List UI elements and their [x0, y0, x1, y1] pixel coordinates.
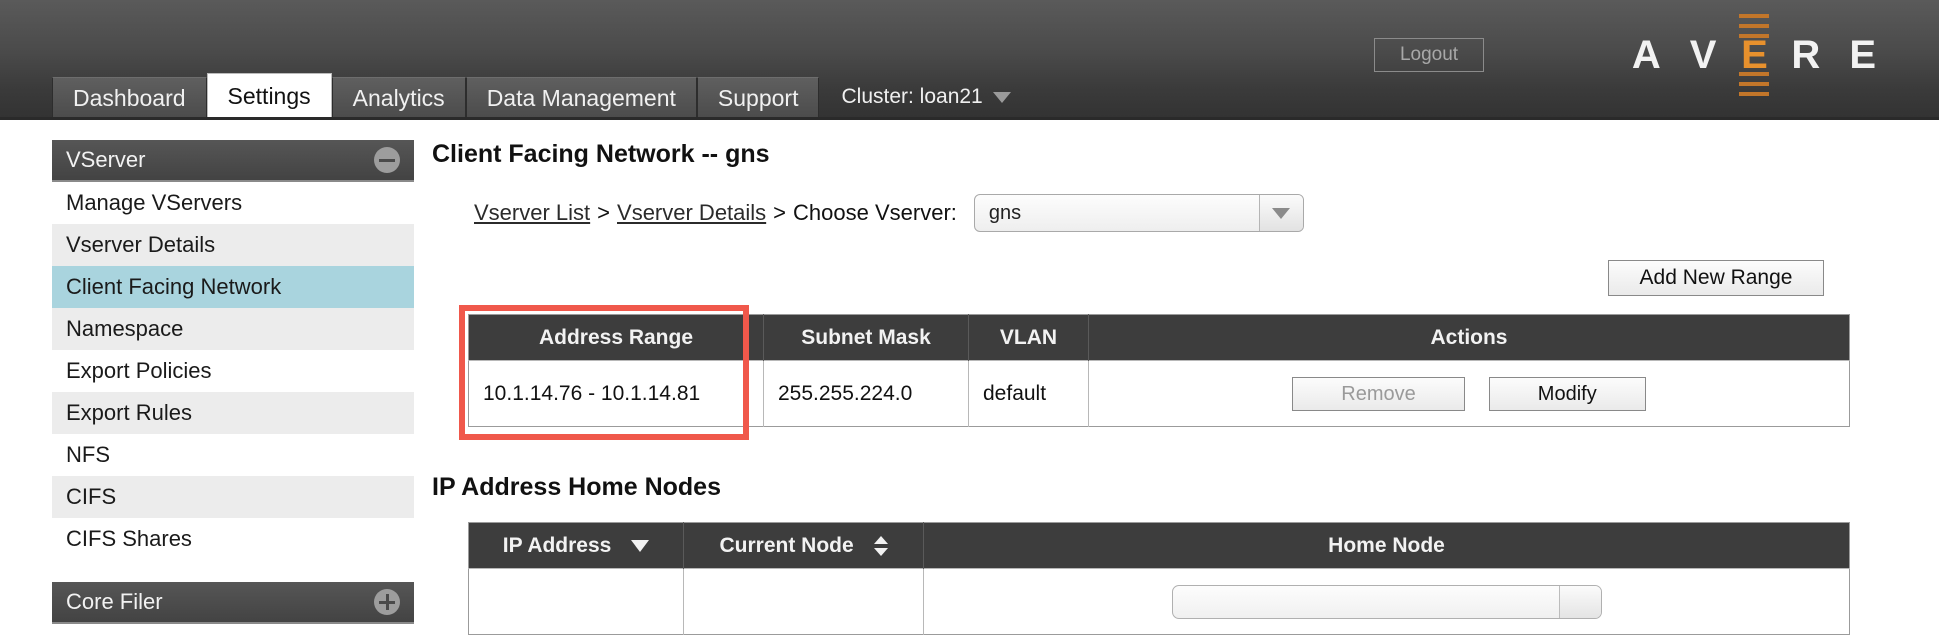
logo-letter-e2: E	[1849, 33, 1877, 77]
sidebar-divider	[52, 560, 414, 582]
cell-home-node	[923, 568, 1850, 635]
column-header-address-range[interactable]: Address Range	[468, 314, 764, 361]
sidebar-section-title: Core Filer	[66, 589, 163, 614]
top-header-bar: Logout A V E R E Dashboard Settings Anal…	[0, 0, 1939, 120]
sidebar-item-namespace[interactable]: Namespace	[52, 308, 414, 350]
sidebar-item-client-facing-network[interactable]: Client Facing Network	[52, 266, 414, 308]
sort-both-icon[interactable]	[873, 535, 888, 556]
plus-icon[interactable]	[374, 589, 400, 615]
breadcrumb-link-vserver-list[interactable]: Vserver List	[474, 200, 590, 226]
column-header-vlan[interactable]: VLAN	[968, 314, 1089, 361]
table-header-row: Address Range Subnet Mask VLAN Actions	[468, 314, 1850, 361]
breadcrumb-link-vserver-details[interactable]: Vserver Details	[617, 200, 766, 226]
cell-actions: Remove Modify	[1088, 360, 1850, 427]
sidebar-item-vserver-details[interactable]: Vserver Details	[52, 224, 414, 266]
logo-bar-icon	[1739, 92, 1770, 96]
logo-bar-icon	[1739, 14, 1770, 18]
sidebar-item-export-policies[interactable]: Export Policies	[52, 350, 414, 392]
tab-dashboard[interactable]: Dashboard	[52, 77, 207, 117]
home-nodes-table-wrapper: IP Address Current Node Home Node	[468, 522, 1850, 635]
ip-address-home-nodes-title: IP Address Home Nodes	[432, 473, 721, 501]
logo-letter-v: V	[1689, 33, 1718, 77]
cluster-label: Cluster: loan21	[841, 85, 983, 108]
column-header-ip-address[interactable]: IP Address	[468, 522, 684, 569]
home-node-select[interactable]	[1171, 584, 1602, 619]
breadcrumb-separator: >	[597, 200, 611, 225]
column-header-ip-address-label: IP Address	[502, 533, 612, 557]
choose-vserver-label: Choose Vserver:	[793, 200, 957, 225]
tab-data-management[interactable]: Data Management	[465, 77, 697, 117]
add-new-range-button[interactable]: Add New Range	[1608, 260, 1824, 296]
cell-subnet-mask: 255.255.224.0	[763, 360, 969, 427]
tab-analytics[interactable]: Analytics	[331, 77, 466, 117]
logo-bar-icon	[1739, 82, 1770, 86]
column-header-subnet-mask[interactable]: Subnet Mask	[763, 314, 969, 361]
breadcrumb: Vserver List > Vserver Details > Choose …	[474, 194, 1912, 232]
column-header-home-node[interactable]: Home Node	[923, 522, 1850, 569]
table-row: 10.1.14.76 - 10.1.14.81 255.255.224.0 de…	[468, 360, 1850, 427]
vserver-select-value: gns	[988, 201, 1022, 224]
modify-button[interactable]: Modify	[1488, 376, 1646, 411]
sidebar-section-title: VServer	[66, 147, 146, 172]
home-nodes-table: IP Address Current Node Home Node	[468, 522, 1850, 635]
sidebar-item-cifs[interactable]: CIFS	[52, 476, 414, 518]
chevron-down-icon[interactable]	[1258, 195, 1303, 231]
sidebar-section-core-filer[interactable]: Core Filer	[52, 582, 414, 624]
avere-logo: A V E R E	[1618, 14, 1891, 96]
address-ranges-table-wrapper: Address Range Subnet Mask VLAN Actions 1…	[459, 305, 1850, 440]
cell-vlan: default	[968, 360, 1089, 427]
table-header-row: IP Address Current Node Home Node	[468, 522, 1850, 569]
column-header-actions: Actions	[1088, 314, 1850, 361]
cell-address-range: 10.1.14.76 - 10.1.14.81	[468, 360, 764, 427]
main-content: Client Facing Network -- gns Vserver Lis…	[432, 140, 1912, 635]
tab-settings[interactable]: Settings	[206, 73, 332, 117]
logo-letter-a: A	[1631, 33, 1662, 77]
sidebar-item-nfs[interactable]: NFS	[52, 434, 414, 476]
logout-button[interactable]: Logout	[1374, 38, 1484, 72]
column-header-current-node[interactable]: Current Node	[683, 522, 924, 569]
toolbar: Add New Range	[432, 260, 1912, 296]
logo-bar-icon	[1739, 24, 1770, 28]
main-tab-bar: Dashboard Settings Analytics Data Manage…	[52, 73, 1011, 117]
cell-current-node	[683, 568, 924, 635]
page-title: Client Facing Network -- gns	[432, 140, 770, 168]
address-ranges-table: Address Range Subnet Mask VLAN Actions 1…	[468, 314, 1850, 427]
table-row	[468, 568, 1850, 635]
logo-bar-icon	[1739, 72, 1770, 76]
sidebar-item-manage-vservers[interactable]: Manage VServers	[52, 182, 414, 224]
sidebar-section-vserver[interactable]: VServer	[52, 140, 414, 182]
remove-button[interactable]: Remove	[1292, 376, 1465, 411]
logo-letter-e-accent: E	[1731, 12, 1777, 98]
breadcrumb-separator: >	[773, 200, 787, 225]
logo-letter-e: E	[1741, 33, 1768, 77]
logo-bar-icon	[1739, 34, 1770, 38]
column-header-current-node-label: Current Node	[719, 533, 854, 557]
minus-icon[interactable]	[374, 147, 400, 173]
vserver-select[interactable]: gns	[973, 194, 1304, 232]
logo-letter-r: R	[1791, 33, 1822, 77]
sidebar-item-cifs-shares[interactable]: CIFS Shares	[52, 518, 414, 560]
cluster-selector[interactable]: Cluster: loan21	[841, 77, 1011, 117]
sidebar: VServer Manage VServers Vserver Details …	[52, 140, 414, 624]
tab-support[interactable]: Support	[696, 77, 820, 117]
cell-ip-address	[468, 568, 684, 635]
chevron-down-icon[interactable]	[1558, 585, 1601, 618]
chevron-down-icon	[992, 91, 1011, 103]
sidebar-item-export-rules[interactable]: Export Rules	[52, 392, 414, 434]
sort-descending-icon[interactable]	[631, 539, 650, 552]
